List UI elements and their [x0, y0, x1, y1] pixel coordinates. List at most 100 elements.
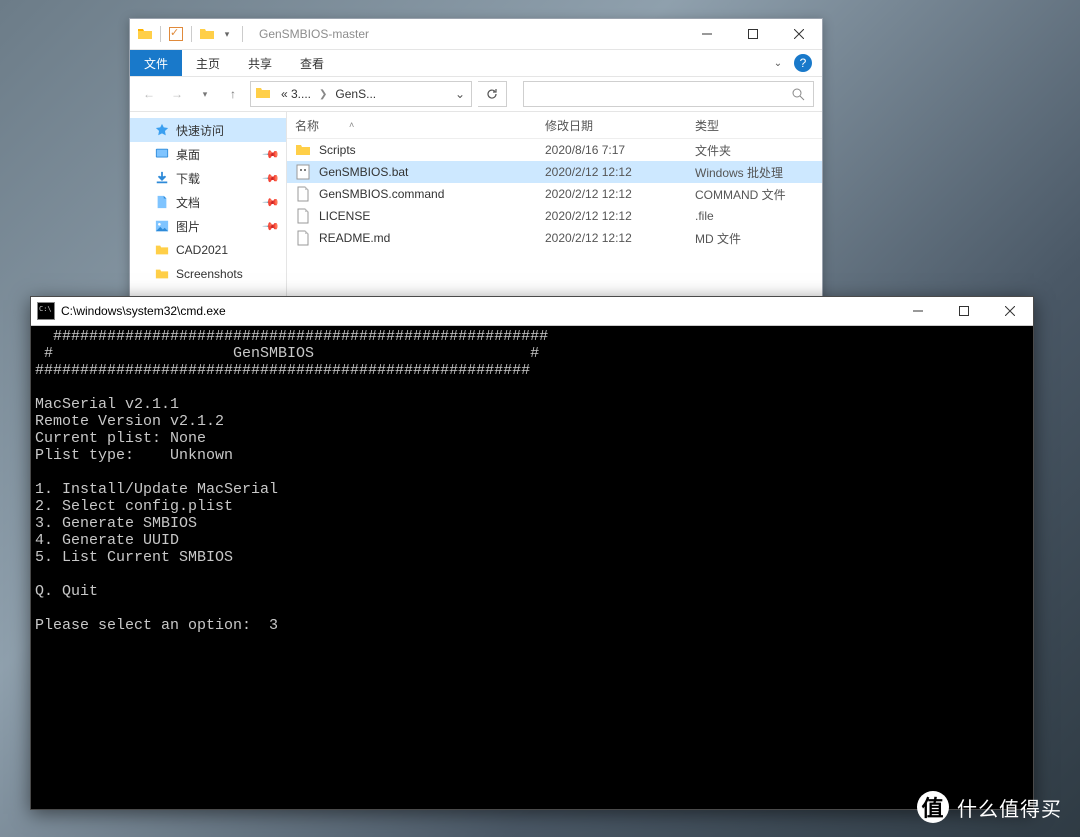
- file-name: GenSMBIOS.command: [319, 187, 444, 201]
- nav-item-label: Screenshots: [176, 267, 243, 281]
- file-type: .file: [695, 209, 822, 223]
- file-name: GenSMBIOS.bat: [319, 165, 408, 179]
- column-header-date[interactable]: 修改日期: [545, 117, 695, 134]
- nav-item-doc[interactable]: 文档 📌: [130, 190, 286, 214]
- file-icon: [295, 230, 311, 246]
- file-row[interactable]: LICENSE 2020/2/12 12:12.file: [287, 205, 822, 227]
- explorer-titlebar: ▾ GenSMBIOS-master: [130, 19, 822, 50]
- forward-button[interactable]: →: [166, 83, 188, 105]
- cmd-titlebar: C:\windows\system32\cmd.exe: [31, 297, 1033, 326]
- address-bar[interactable]: « 3.... ❯ GenS... ⌄: [250, 81, 472, 107]
- maximize-button[interactable]: [730, 19, 776, 49]
- pin-icon: 📌: [262, 217, 281, 236]
- doc-icon: [154, 194, 170, 210]
- nav-item-label: CAD2021: [176, 243, 228, 257]
- pin-icon: 📌: [262, 169, 281, 188]
- ribbon: 文件 主页 共享 查看 ⌄ ?: [130, 50, 822, 77]
- cmd-icon: [37, 302, 55, 320]
- close-button[interactable]: [987, 297, 1033, 325]
- back-button[interactable]: ←: [138, 83, 160, 105]
- nav-item-label: 快速访问: [176, 122, 224, 139]
- file-type: COMMAND 文件: [695, 186, 822, 203]
- window-title: GenSMBIOS-master: [259, 27, 369, 41]
- column-header-type[interactable]: 类型: [695, 117, 822, 134]
- folder-icon: [136, 25, 154, 43]
- separator: [160, 26, 161, 42]
- file-name: README.md: [319, 231, 390, 245]
- separator: [191, 26, 192, 42]
- tab-view[interactable]: 查看: [286, 50, 338, 76]
- file-row[interactable]: GenSMBIOS.bat 2020/2/12 12:12Windows 批处理: [287, 161, 822, 183]
- help-icon[interactable]: ?: [794, 54, 812, 72]
- fold-icon: [154, 266, 170, 282]
- file-icon: [295, 142, 311, 158]
- search-icon: [792, 88, 805, 101]
- nav-item-dl[interactable]: 下载 📌: [130, 166, 286, 190]
- folder-icon[interactable]: [198, 25, 216, 43]
- checkbox-icon[interactable]: [167, 25, 185, 43]
- address-bar-row: ← → ▾ ↑ « 3.... ❯ GenS... ⌄: [130, 77, 822, 112]
- column-headers: 名称 ˄ 修改日期 类型: [287, 112, 822, 139]
- breadcrumb-segment[interactable]: GenS...: [329, 87, 382, 101]
- file-date: 2020/2/12 12:12: [545, 187, 695, 201]
- nav-item-pic[interactable]: 图片📌: [130, 214, 286, 238]
- minimize-button[interactable]: [684, 19, 730, 49]
- nav-item-label: 下载: [176, 170, 200, 187]
- watermark: 值 什么值得买: [917, 791, 1062, 823]
- ribbon-collapse-icon[interactable]: ⌄: [766, 58, 790, 69]
- pic-icon: [154, 218, 170, 234]
- recent-locations-button[interactable]: ▾: [194, 83, 216, 105]
- file-icon: [295, 186, 311, 202]
- file-date: 2020/2/12 12:12: [545, 231, 695, 245]
- file-type: Windows 批处理: [695, 164, 822, 181]
- file-icon: [295, 208, 311, 224]
- nav-item-fold[interactable]: Screenshots: [130, 262, 286, 286]
- nav-item-fold[interactable]: CAD2021: [130, 238, 286, 262]
- file-type: 文件夹: [695, 142, 822, 159]
- cmd-output[interactable]: ########################################…: [31, 326, 1033, 809]
- sort-indicator-icon: ˄: [349, 120, 354, 130]
- nav-item-star[interactable]: 快速访问: [130, 118, 286, 142]
- file-type: MD 文件: [695, 230, 822, 247]
- separator: [242, 26, 243, 42]
- watermark-text: 什么值得买: [957, 793, 1062, 822]
- tab-share[interactable]: 共享: [234, 50, 286, 76]
- tab-home[interactable]: 主页: [182, 50, 234, 76]
- file-date: 2020/2/12 12:12: [545, 165, 695, 179]
- file-row[interactable]: README.md 2020/2/12 12:12MD 文件: [287, 227, 822, 249]
- search-input[interactable]: [523, 81, 814, 107]
- pin-icon: 📌: [262, 145, 281, 164]
- cmd-title-text: C:\windows\system32\cmd.exe: [61, 304, 226, 318]
- file-row[interactable]: GenSMBIOS.command 2020/2/12 12:12COMMAND …: [287, 183, 822, 205]
- nav-item-desk[interactable]: 桌面 📌: [130, 142, 286, 166]
- up-button[interactable]: ↑: [222, 83, 244, 105]
- column-header-name[interactable]: 名称 ˄: [295, 117, 545, 134]
- chevron-right-icon[interactable]: ❯: [317, 89, 329, 100]
- column-label: 名称: [295, 117, 319, 134]
- folder-icon: [255, 85, 271, 104]
- window-controls: [684, 19, 822, 49]
- maximize-button[interactable]: [941, 297, 987, 325]
- pin-icon: 📌: [262, 193, 281, 212]
- chevron-down-icon[interactable]: ⌄: [449, 87, 471, 101]
- file-date: 2020/8/16 7:17: [545, 143, 695, 157]
- star-icon: [154, 122, 170, 138]
- cmd-window: C:\windows\system32\cmd.exe ############…: [30, 296, 1034, 810]
- refresh-button[interactable]: [478, 81, 507, 107]
- dl-icon: [154, 170, 170, 186]
- watermark-logo-icon: 值: [917, 791, 949, 823]
- nav-item-label: 桌面: [176, 146, 200, 163]
- tab-file[interactable]: 文件: [130, 50, 182, 76]
- quick-access-toolbar: ▾: [130, 25, 253, 43]
- file-icon: [295, 164, 311, 180]
- breadcrumb-segment[interactable]: « 3....: [275, 87, 317, 101]
- nav-item-label: 文档: [176, 194, 200, 211]
- file-name: LICENSE: [319, 209, 370, 223]
- file-name: Scripts: [319, 143, 356, 157]
- file-date: 2020/2/12 12:12: [545, 209, 695, 223]
- chevron-down-icon[interactable]: ▾: [218, 25, 236, 43]
- close-button[interactable]: [776, 19, 822, 49]
- fold-icon: [154, 242, 170, 258]
- file-row[interactable]: Scripts 2020/8/16 7:17文件夹: [287, 139, 822, 161]
- minimize-button[interactable]: [895, 297, 941, 325]
